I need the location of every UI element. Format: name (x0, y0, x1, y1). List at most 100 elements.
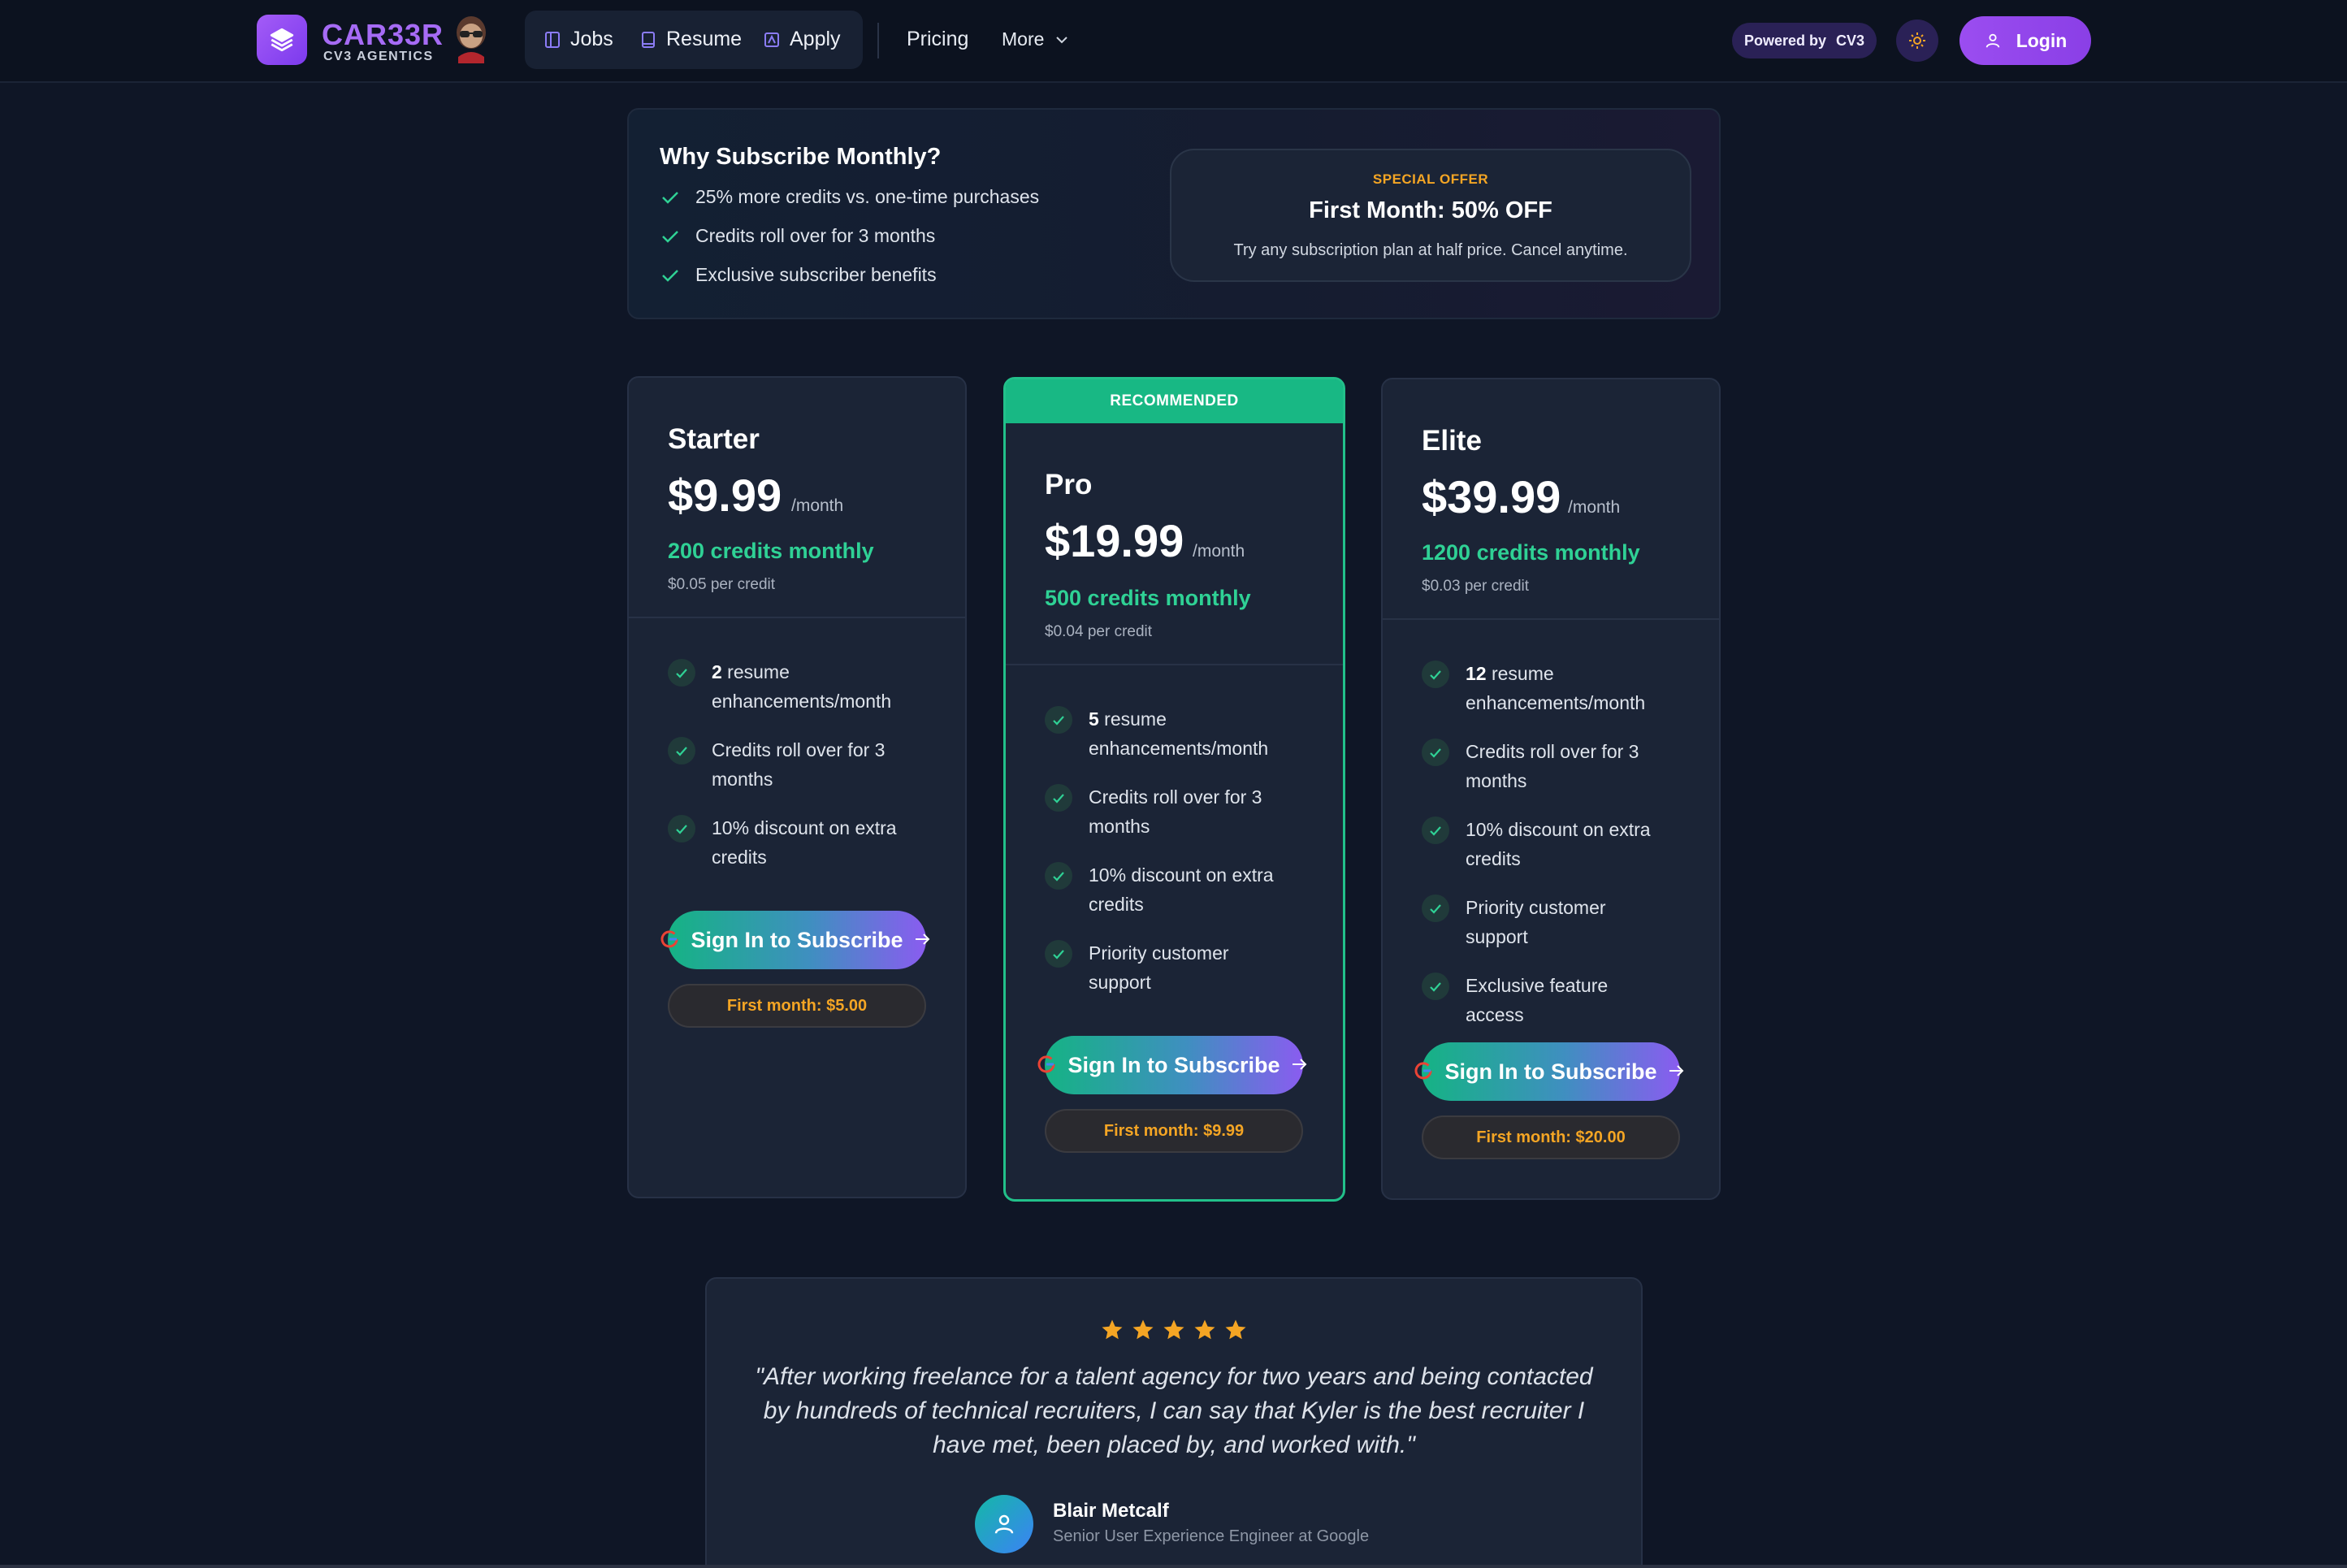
plan-feature-text: 12 resume enhancements/month (1466, 663, 1646, 713)
plan-price: $9.99 (668, 470, 782, 521)
google-icon (1037, 1055, 1055, 1073)
why-benefit-text: Exclusive subscriber benefits (695, 264, 937, 285)
brand-subtitle: CV3 AGENTICS (323, 50, 434, 63)
nav-resume[interactable]: Resume (640, 28, 742, 51)
login-button[interactable]: Login (1959, 16, 2091, 65)
first-month-price: $5.00 (826, 997, 868, 1015)
plan-price: $39.99 (1422, 471, 1561, 522)
nav-jobs[interactable]: Jobs (544, 28, 613, 51)
check-icon (668, 659, 695, 687)
plan-feature: Credits roll over for 3 months (668, 735, 912, 794)
plan-feature: 10% discount on extra credits (1045, 860, 1288, 919)
testimonial-quote: "After working freelance for a talent ag… (755, 1363, 1593, 1458)
plan-feature-text: Credits roll over for 3 months (1089, 786, 1262, 837)
why-benefit-item: Credits roll over for 3 months (661, 225, 935, 247)
first-month-price-badge: First month: $5.00 (668, 984, 926, 1028)
plan-name: Pro (1045, 469, 1093, 500)
plan-feature: Credits roll over for 3 months (1045, 782, 1288, 841)
plan-divider (1383, 618, 1719, 620)
plan-period: /month (1193, 542, 1245, 561)
chevron-down-icon (1056, 36, 1068, 43)
subscribe-button-elite[interactable]: Sign In to Subscribe (1414, 1042, 1684, 1101)
arrow-right-icon (1669, 1065, 1684, 1076)
plan-feature-text: 10% discount on extra credits (712, 817, 897, 868)
first-month-price-badge: First month: $9.99 (1045, 1109, 1303, 1153)
user-icon (994, 1514, 1014, 1534)
subscribe-button-starter[interactable]: Sign In to Subscribe (660, 911, 930, 969)
login-label: Login (2016, 29, 2068, 51)
special-offer-box: SPECIAL OFFER First Month: 50% OFF Try a… (1170, 149, 1691, 282)
why-benefit-text: 25% more credits vs. one-time purchases (695, 186, 1040, 207)
offer-tag: SPECIAL OFFER (1372, 171, 1489, 187)
offer-description: Try any subscription plan at half price.… (1233, 241, 1628, 259)
top-navbar: CAR33R CV3 AGENTICS Jobs Resume Apply Pr… (0, 0, 2347, 83)
plan-feature: 5 resume enhancements/month (1045, 704, 1288, 763)
testimonial-author-role: Senior User Experience Engineer at Googl… (1053, 1527, 1370, 1545)
rating-stars (707, 1318, 1641, 1342)
nav-divider (877, 23, 879, 58)
plan-feature-text: Credits roll over for 3 months (1466, 741, 1639, 791)
why-benefit-item: 25% more credits vs. one-time purchases (661, 186, 1039, 208)
testimonial-author-name: Blair Metcalf (1053, 1500, 1169, 1522)
check-icon (662, 230, 678, 243)
theme-toggle-button[interactable] (1896, 19, 1938, 62)
plan-feature-text: 5 resume enhancements/month (1089, 708, 1269, 759)
bottom-edge (0, 1565, 2347, 1568)
plan-card-starter: Starter $9.99 /month 200 credits monthly… (627, 376, 967, 1198)
why-benefit-text: Credits roll over for 3 months (695, 225, 936, 246)
brand-name[interactable]: CAR33R (322, 18, 444, 52)
why-benefit-item: Exclusive subscriber benefits (661, 264, 937, 286)
plan-feature-text: Credits roll over for 3 months (712, 739, 886, 790)
check-icon (662, 269, 678, 282)
check-icon (1422, 739, 1449, 766)
plan-feature-text: Exclusive feature access (1466, 975, 1609, 1025)
plan-divider (629, 617, 965, 618)
check-icon (1045, 784, 1072, 812)
plan-cost-per-credit: $0.05 per credit (668, 576, 776, 593)
plan-credits: 1200 credits monthly (1422, 540, 1640, 565)
offer-title: First Month: 50% OFF (1309, 197, 1552, 223)
check-icon (1045, 862, 1072, 890)
nav-apply[interactable]: Apply (764, 28, 841, 51)
first-month-price: $20.00 (1575, 1128, 1626, 1146)
plan-cost-per-credit: $0.03 per credit (1422, 578, 1530, 595)
check-icon (1422, 661, 1449, 688)
first-month-label: First month: (726, 997, 822, 1015)
arrow-right-icon (1293, 1059, 1307, 1070)
star-icon (1132, 1319, 1154, 1340)
plan-feature: 10% discount on extra credits (668, 813, 912, 872)
document-icon (642, 31, 655, 48)
plan-feature: Priority customer support (1045, 938, 1288, 997)
nav-resume-label: Resume (666, 28, 743, 50)
plan-feature-text: 2 resume enhancements/month (712, 661, 892, 712)
plan-price: $19.99 (1045, 515, 1184, 566)
nav-more-dropdown[interactable]: More (1002, 28, 1068, 50)
logo-layers-icon[interactable] (257, 15, 307, 65)
nav-more-label: More (1002, 28, 1045, 50)
plan-cost-per-credit: $0.04 per credit (1045, 623, 1153, 640)
check-icon (668, 815, 695, 842)
subscribe-button-label: Sign In to Subscribe (1067, 1052, 1280, 1077)
first-month-price: $9.99 (1203, 1122, 1245, 1140)
powered-by-label: Powered by (1743, 32, 1826, 49)
plan-card-pro: RECOMMENDED Pro $19.99 /month 500 credit… (1003, 377, 1345, 1202)
board-icon (545, 31, 560, 48)
plan-name: Starter (668, 423, 760, 455)
why-subscribe-card: Why Subscribe Monthly? 25% more credits … (627, 108, 1721, 319)
avatar (975, 1495, 1033, 1553)
mascot-avatar-icon (457, 16, 486, 63)
check-icon (1422, 894, 1449, 922)
first-month-label: First month: (1103, 1122, 1199, 1140)
first-month-label: First month: (1476, 1128, 1571, 1146)
plan-feature: Exclusive feature access (1422, 971, 1665, 1029)
sun-icon (1909, 32, 1925, 49)
subscribe-button-pro[interactable]: Sign In to Subscribe (1037, 1036, 1307, 1094)
nav-pricing[interactable]: Pricing (907, 28, 968, 51)
powered-by-badge[interactable]: Powered by CV3 (1732, 23, 1877, 58)
apply-icon (764, 32, 779, 47)
plan-feature: Priority customer support (1422, 893, 1665, 951)
plan-feature: 12 resume enhancements/month (1422, 659, 1665, 717)
user-icon (1985, 33, 1999, 48)
why-subscribe-title: Why Subscribe Monthly? (660, 144, 942, 170)
first-month-price-badge: First month: $20.00 (1422, 1115, 1680, 1159)
